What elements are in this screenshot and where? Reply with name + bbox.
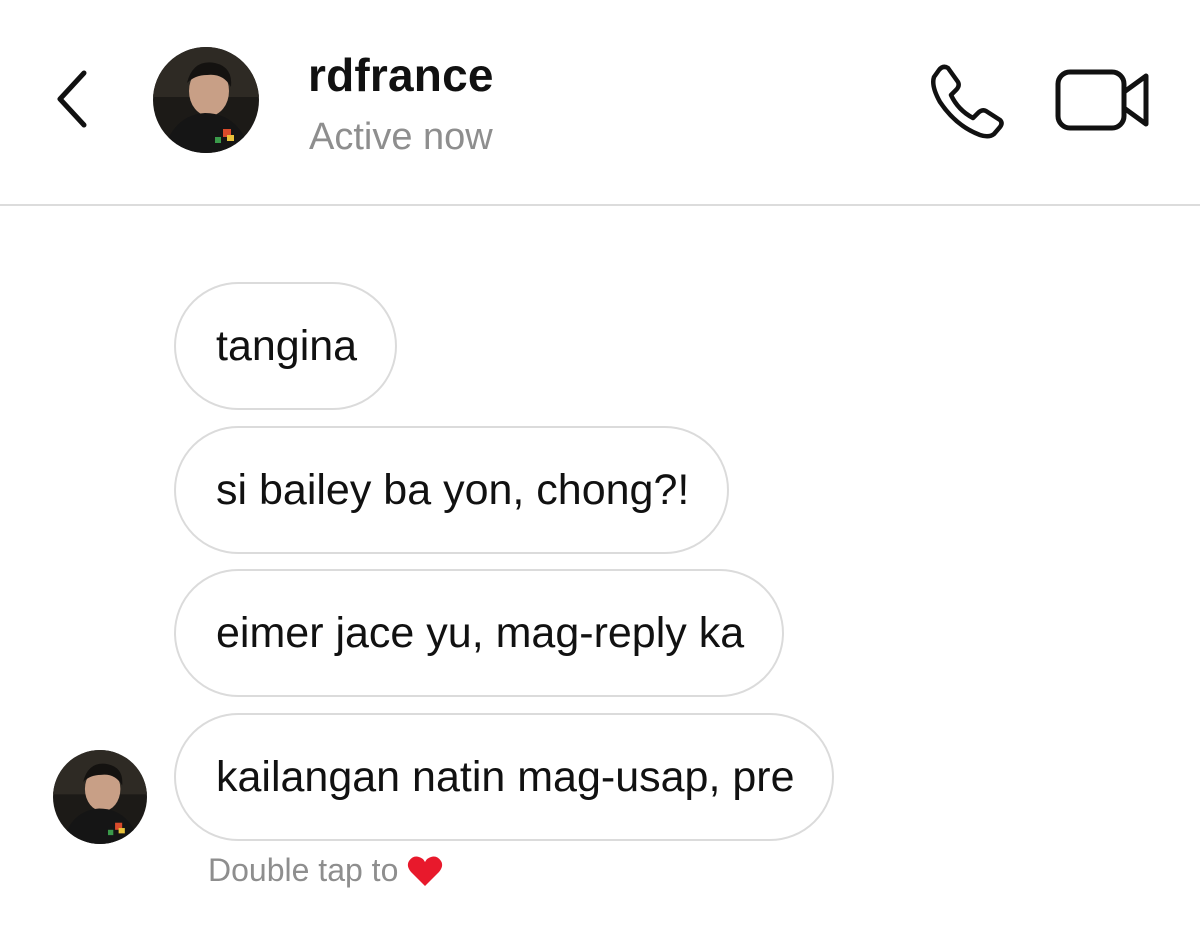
- profile-photo: [53, 750, 147, 844]
- message-bubble[interactable]: tangina: [174, 282, 398, 410]
- hint-text: Double tap to: [208, 852, 399, 888]
- message-bubble[interactable]: kailangan natin mag-usap, pre: [174, 713, 835, 841]
- avatar[interactable]: [153, 47, 259, 153]
- double-tap-hint: Double tap to: [208, 852, 444, 889]
- video-camera-icon: [1055, 69, 1149, 131]
- profile-photo: [153, 47, 259, 153]
- video-call-button[interactable]: [1054, 66, 1152, 134]
- phone-icon: [931, 64, 1004, 139]
- active-status: Active now: [309, 116, 493, 158]
- message-text: kailangan natin mag-usap, pre: [216, 752, 795, 801]
- message-text: si bailey ba yon, chong?!: [216, 465, 690, 514]
- message-text: eimer jace yu, mag-reply ka: [216, 608, 745, 657]
- chat-header: rdfrance Active now: [0, 0, 1200, 206]
- heart-icon: [408, 856, 443, 886]
- back-button[interactable]: [44, 64, 100, 134]
- message-bubble[interactable]: eimer jace yu, mag-reply ka: [174, 569, 785, 697]
- sender-avatar[interactable]: [53, 750, 147, 844]
- username[interactable]: rdfrance: [308, 48, 494, 102]
- message-text: tangina: [216, 321, 358, 370]
- message-bubble[interactable]: si bailey ba yon, chong?!: [174, 426, 730, 554]
- chevron-left-icon: [57, 70, 87, 128]
- voice-call-button[interactable]: [928, 62, 1006, 140]
